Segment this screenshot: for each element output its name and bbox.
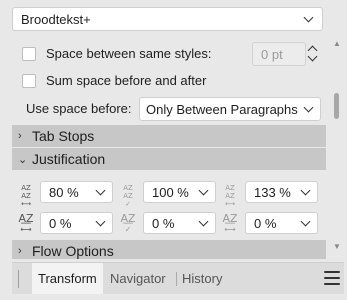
- justification-row-1: AZ AZ ⟷ 80 % AZ AZ ✓ 100 % AZ AZ ⟷ 133 %: [12, 181, 326, 208]
- paragraph-panel: Broodtekst+ Space between same styles: 0…: [0, 0, 347, 300]
- chevron-down-icon: [303, 12, 314, 23]
- chevron-down-icon: ⌄: [18, 153, 28, 166]
- glyph-scaling-select[interactable]: 133 %: [245, 181, 318, 203]
- glyph-scaling-value: 133 %: [254, 184, 291, 200]
- sum-space-label: Sum space before and after: [46, 73, 207, 88]
- chevron-down-icon: [198, 216, 209, 227]
- justification-row-2: A͟Z ⟷ 0 % A͟Z ✓ 0 % A͟Z ⟷ 0 %: [12, 212, 326, 236]
- tab-history-label: History: [182, 271, 223, 286]
- hamburger-menu-icon[interactable]: [324, 271, 340, 285]
- letter-spacing-select[interactable]: 100 %: [143, 181, 216, 203]
- min-spacing-select[interactable]: 0 %: [40, 212, 113, 234]
- space-between-value-input[interactable]: 0 pt: [252, 42, 306, 66]
- tab-transform-label: Transform: [38, 271, 97, 286]
- chevron-down-icon: [198, 185, 209, 196]
- min-spacing-icon: A͟Z ⟷: [18, 212, 34, 234]
- section-justification-label: Justification: [32, 151, 106, 167]
- space-between-same-styles-row: Space between same styles:: [12, 46, 211, 61]
- chevron-right-icon: ›: [18, 130, 22, 142]
- tab-divider: [18, 270, 19, 288]
- max-spacing-value: 0 %: [254, 215, 277, 231]
- max-spacing-icon: A͟Z ⟷: [222, 212, 238, 234]
- section-tab-stops-label: Tab Stops: [32, 128, 95, 144]
- tab-transform[interactable]: Transform: [32, 263, 103, 294]
- letter-spacing-icon: AZ AZ ✓: [123, 184, 133, 208]
- chevron-down-icon[interactable]: [307, 51, 318, 62]
- tab-history[interactable]: History: [182, 263, 222, 294]
- space-between-value: 0 pt: [261, 46, 283, 62]
- use-space-before-label: Use space before:: [26, 101, 132, 116]
- tab-navigator-label: Navigator: [110, 271, 166, 286]
- panel-scroll-area: Space between same styles: 0 pt Sum spac…: [12, 37, 330, 259]
- word-spacing-icon: AZ AZ ⟷: [20, 184, 32, 208]
- paragraph-style-select[interactable]: Broodtekst+: [12, 7, 323, 31]
- tab-navigator[interactable]: Navigator: [110, 263, 166, 294]
- use-space-before-row: Use space before:: [26, 101, 132, 116]
- sum-space-checkbox[interactable]: [22, 73, 36, 88]
- desired-spacing-select[interactable]: 0 %: [143, 212, 216, 234]
- chevron-down-icon: [300, 185, 311, 196]
- chevron-down-icon: [95, 185, 106, 196]
- paragraph-style-value: Broodtekst+: [21, 11, 91, 27]
- word-spacing-value: 80 %: [49, 184, 79, 200]
- bottom-tab-bar: Transform Navigator History: [12, 262, 344, 294]
- chevron-down-icon: [95, 216, 106, 227]
- desired-spacing-icon: A͟Z ✓: [120, 212, 136, 234]
- chevron-down-icon: [300, 216, 311, 227]
- use-space-before-value: Only Between Paragraphs: [146, 101, 298, 117]
- space-between-same-styles-checkbox[interactable]: [22, 46, 36, 61]
- section-tab-stops[interactable]: › Tab Stops: [12, 125, 326, 147]
- desired-spacing-value: 0 %: [152, 215, 175, 231]
- chevron-down-icon: [303, 102, 314, 113]
- scrollbar-thumb[interactable]: [334, 93, 339, 119]
- max-spacing-select[interactable]: 0 %: [245, 212, 318, 234]
- glyph-scaling-icon: AZ AZ ⟷: [224, 184, 236, 208]
- space-between-same-styles-label: Space between same styles:: [46, 46, 212, 61]
- section-flow-options-label: Flow Options: [32, 243, 114, 259]
- chevron-right-icon: ›: [18, 245, 22, 257]
- use-space-before-select[interactable]: Only Between Paragraphs: [139, 97, 321, 121]
- word-spacing-select[interactable]: 80 %: [40, 181, 113, 203]
- letter-spacing-value: 100 %: [152, 184, 189, 200]
- scroll-up-arrow-icon[interactable]: ▲: [333, 39, 341, 48]
- section-flow-options[interactable]: › Flow Options: [12, 240, 326, 259]
- min-spacing-value: 0 %: [49, 215, 72, 231]
- sum-space-row: Sum space before and after: [12, 73, 206, 88]
- space-between-spinner[interactable]: [306, 43, 320, 65]
- vertical-scrollbar[interactable]: ▲ ▼: [331, 37, 343, 257]
- tab-divider: [176, 272, 177, 286]
- section-justification[interactable]: ⌄ Justification: [12, 148, 326, 170]
- scroll-down-arrow-icon[interactable]: ▼: [333, 242, 341, 251]
